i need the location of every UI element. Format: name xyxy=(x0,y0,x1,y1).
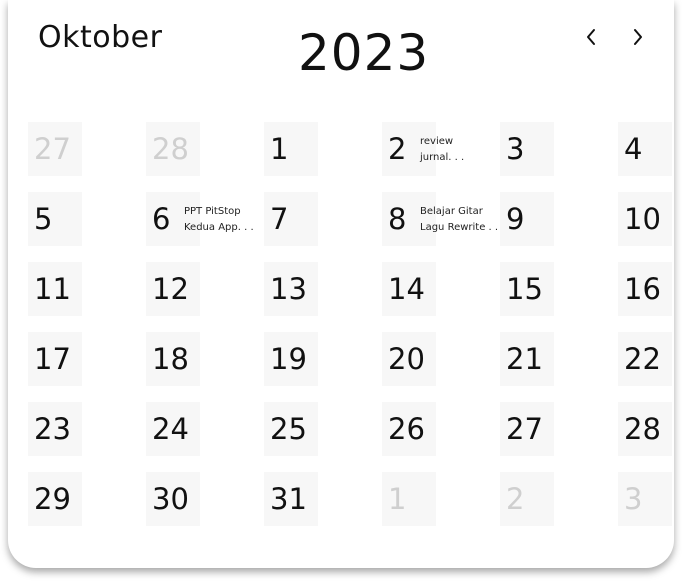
calendar-day-cell[interactable]: 11 xyxy=(28,262,138,316)
calendar-day-cell[interactable]: 2 xyxy=(500,472,610,526)
calendar-day-cell[interactable]: 5 xyxy=(28,192,138,246)
day-number: 16 xyxy=(624,272,661,306)
day-number: 30 xyxy=(152,482,189,516)
calendar-day-cell[interactable]: 13 xyxy=(264,262,374,316)
calendar-day-cell[interactable]: 28 xyxy=(146,122,256,176)
day-number: 8 xyxy=(388,202,407,236)
chevron-right-icon xyxy=(631,27,645,51)
calendar-day-cell[interactable]: 6 PPT PitStop Kedua App. . . xyxy=(146,192,256,246)
month-label: Oktober xyxy=(38,20,163,55)
calendar-day-cell[interactable]: 4 xyxy=(618,122,682,176)
day-number: 4 xyxy=(624,132,643,166)
day-number: 6 xyxy=(152,202,171,236)
calendar-day-cell[interactable]: 21 xyxy=(500,332,610,386)
year-label: 2023 xyxy=(298,24,430,82)
day-number: 3 xyxy=(624,482,643,516)
calendar-day-cell[interactable]: 16 xyxy=(618,262,682,316)
calendar-day-cell[interactable]: 14 xyxy=(382,262,492,316)
calendar-day-cell[interactable]: 26 xyxy=(382,402,492,456)
calendar-day-cell[interactable]: 27 xyxy=(28,122,138,176)
day-number: 28 xyxy=(152,132,189,166)
calendar-day-cell[interactable]: 22 xyxy=(618,332,682,386)
day-number: 24 xyxy=(152,412,189,446)
calendar-day-cell[interactable]: 3 xyxy=(500,122,610,176)
day-number: 7 xyxy=(270,202,289,236)
calendar-day-cell[interactable]: 8Belajar Gitar Lagu Rewrite . . . xyxy=(382,192,504,246)
calendar-day-cell[interactable]: 31 xyxy=(264,472,374,526)
calendar-day-cell[interactable]: 23 xyxy=(28,402,138,456)
calendar-day-cell[interactable]: 29 xyxy=(28,472,138,526)
day-number: 9 xyxy=(506,202,525,236)
calendar-card: Oktober 2023 27 28 1 2 review jurnal. . .345… xyxy=(8,0,674,568)
calendar-day-cell[interactable]: 20 xyxy=(382,332,492,386)
day-number: 2 xyxy=(506,482,525,516)
day-number: 29 xyxy=(34,482,71,516)
calendar-day-cell[interactable]: 17 xyxy=(28,332,138,386)
day-number: 21 xyxy=(506,342,543,376)
day-number: 26 xyxy=(388,412,425,446)
day-number: 3 xyxy=(506,132,525,166)
calendar-day-cell[interactable]: 12 xyxy=(146,262,256,316)
calendar-day-cell[interactable]: 28 xyxy=(618,402,682,456)
calendar-day-cell[interactable]: 3 xyxy=(618,472,682,526)
day-number: 15 xyxy=(506,272,543,306)
day-number: 5 xyxy=(34,202,53,236)
event-preview[interactable]: review jurnal. . . xyxy=(420,134,510,166)
calendar-day-cell[interactable]: 19 xyxy=(264,332,374,386)
calendar-day-cell[interactable]: 30 xyxy=(146,472,256,526)
day-number: 2 xyxy=(388,132,407,166)
calendar-day-cell[interactable]: 18 xyxy=(146,332,256,386)
day-number: 18 xyxy=(152,342,189,376)
day-number: 28 xyxy=(624,412,661,446)
calendar-day-cell[interactable]: 10 xyxy=(618,192,682,246)
event-preview[interactable]: PPT PitStop Kedua App. . . xyxy=(184,204,274,236)
calendar-day-cell[interactable]: 27 xyxy=(500,402,610,456)
day-number: 25 xyxy=(270,412,307,446)
calendar-day-cell[interactable]: 1 xyxy=(264,122,374,176)
day-number: 10 xyxy=(624,202,661,236)
day-number: 13 xyxy=(270,272,307,306)
calendar-day-cell[interactable]: 7 xyxy=(264,192,374,246)
day-number: 27 xyxy=(34,132,71,166)
day-number: 12 xyxy=(152,272,189,306)
day-number: 14 xyxy=(388,272,425,306)
prev-month-button[interactable] xyxy=(576,22,606,56)
day-number: 17 xyxy=(34,342,71,376)
calendar-day-cell[interactable]: 9 xyxy=(500,192,610,246)
day-number: 27 xyxy=(506,412,543,446)
calendar-grid: 27 28 1 2 review jurnal. . . 3 4 5 6 PPT PitStop … xyxy=(28,122,678,532)
chevron-left-icon xyxy=(584,27,598,51)
next-month-button[interactable] xyxy=(623,22,653,56)
calendar-day-cell[interactable]: 25 xyxy=(264,402,374,456)
calendar-day-cell[interactable]: 2 review jurnal. . . xyxy=(382,122,492,176)
calendar-day-cell[interactable]: 15 xyxy=(500,262,610,316)
event-preview[interactable]: Belajar Gitar Lagu Rewrite . . . xyxy=(420,204,510,236)
day-number: 19 xyxy=(270,342,307,376)
day-number: 23 xyxy=(34,412,71,446)
day-number: 20 xyxy=(388,342,425,376)
calendar-day-cell[interactable]: 1 xyxy=(382,472,492,526)
day-number: 1 xyxy=(270,132,289,166)
day-number: 22 xyxy=(624,342,661,376)
calendar-day-cell[interactable]: 24 xyxy=(146,402,256,456)
day-number: 1 xyxy=(388,482,407,516)
day-number: 31 xyxy=(270,482,307,516)
day-number: 11 xyxy=(34,272,71,306)
